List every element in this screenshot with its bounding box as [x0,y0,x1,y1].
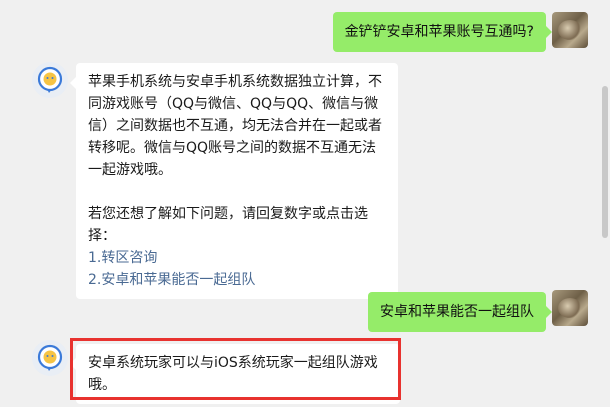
bot-chat-bubble-icon [37,344,63,371]
option-link-android-ios-team[interactable]: 2.安卓和苹果能否一起组队 [88,269,386,291]
bot-answer-text: 安卓系统玩家可以与iOS系统玩家一起组队游戏哦。 [88,355,378,393]
bot-avatar[interactable] [32,340,68,376]
bot-message-bubble: 苹果手机系统与安卓手机系统数据独立计算，不同游戏账号（QQ与微信、QQ与QQ、微… [70,63,398,299]
scrollbar-thumb[interactable] [602,86,608,238]
bot-answer-paragraph: 苹果手机系统与安卓手机系统数据独立计算，不同游戏账号（QQ与微信、QQ与QQ、微… [88,74,382,178]
bot-message-bubble: 安卓系统玩家可以与iOS系统玩家一起组队游戏哦。 [70,344,400,404]
bot-avatar[interactable] [32,62,68,98]
option-link-transfer-zone[interactable]: 1.转区咨询 [88,247,386,269]
chat-window: 金铲铲安卓和苹果账号互通吗? 苹果手机系统与安卓手机系统数据独立计算，不同游戏账… [0,0,610,407]
user-message-bubble: 安卓和苹果能否一起组队 [368,292,552,332]
bot-chat-bubble-icon [37,66,63,93]
user-message-text: 安卓和苹果能否一起组队 [380,304,534,320]
scrollbar-track[interactable] [600,0,610,407]
bot-prompt-text: 若您还想了解如下问题，请回复数字或点击选择： [88,206,368,244]
user-message-text: 金铲铲安卓和苹果账号互通吗? [344,24,534,40]
user-message-bubble: 金铲铲安卓和苹果账号互通吗? [332,12,553,52]
user-avatar[interactable] [552,12,588,48]
user-avatar[interactable] [552,290,588,326]
